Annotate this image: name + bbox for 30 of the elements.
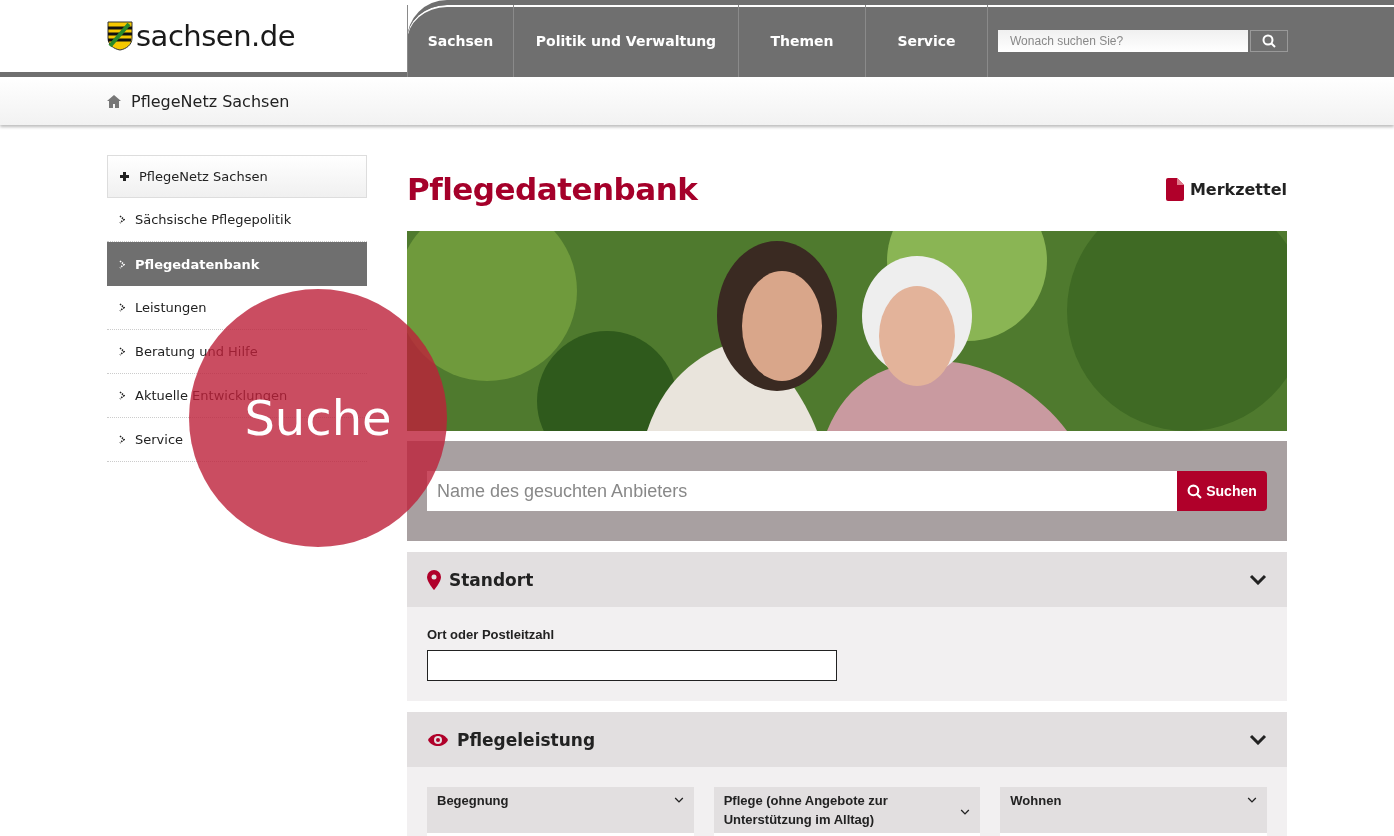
chevron-down-icon [1249,574,1267,585]
breadcrumb-link[interactable]: PflegeNetz Sachsen [131,91,290,111]
field-label: Ort oder Postleitzahl [427,627,556,642]
page-title: Pflegedatenbank [407,171,698,207]
chevron-down-icon [673,797,684,803]
sidebar-item[interactable]: Pflegedatenbank [107,242,367,286]
category-dropdown[interactable]: Pflege (ohne Angebote zur Unterstützung im Alltag) [713,787,981,836]
accordion-header[interactable]: Pflegeleistung [407,712,1287,767]
search-field[interactable]: Wonach suchen Sie? [998,30,1248,52]
chevron-down-icon [960,809,971,815]
home-icon[interactable] [107,94,121,108]
provider-search-field[interactable]: Name des gesuchten Anbieters [427,471,1177,511]
category-dropdown[interactable]: Begegnung [427,787,694,836]
expand-icon [120,172,129,181]
site-logo[interactable]: sachsen.de [136,19,295,53]
location-input-field[interactable] [427,650,837,681]
category-dropdown[interactable]: Wohnen [1000,787,1267,836]
sidebar-item[interactable]: PflegeNetz Sachsen [107,155,367,198]
document-icon [1165,177,1184,201]
notepad-link[interactable]: Merkzettel [1165,177,1287,201]
search-button[interactable]: Suchen [1177,471,1267,511]
eye-icon [427,732,449,747]
search-button[interactable] [1250,30,1288,52]
search-icon [1262,34,1276,48]
coat-of-arms-icon [107,21,133,51]
location-pin-icon [427,569,441,590]
chevron-down-icon [1249,734,1267,745]
chevron-down-icon [1247,797,1257,803]
accordion-header[interactable]: Standort [407,552,1287,607]
search-icon [1187,483,1203,499]
